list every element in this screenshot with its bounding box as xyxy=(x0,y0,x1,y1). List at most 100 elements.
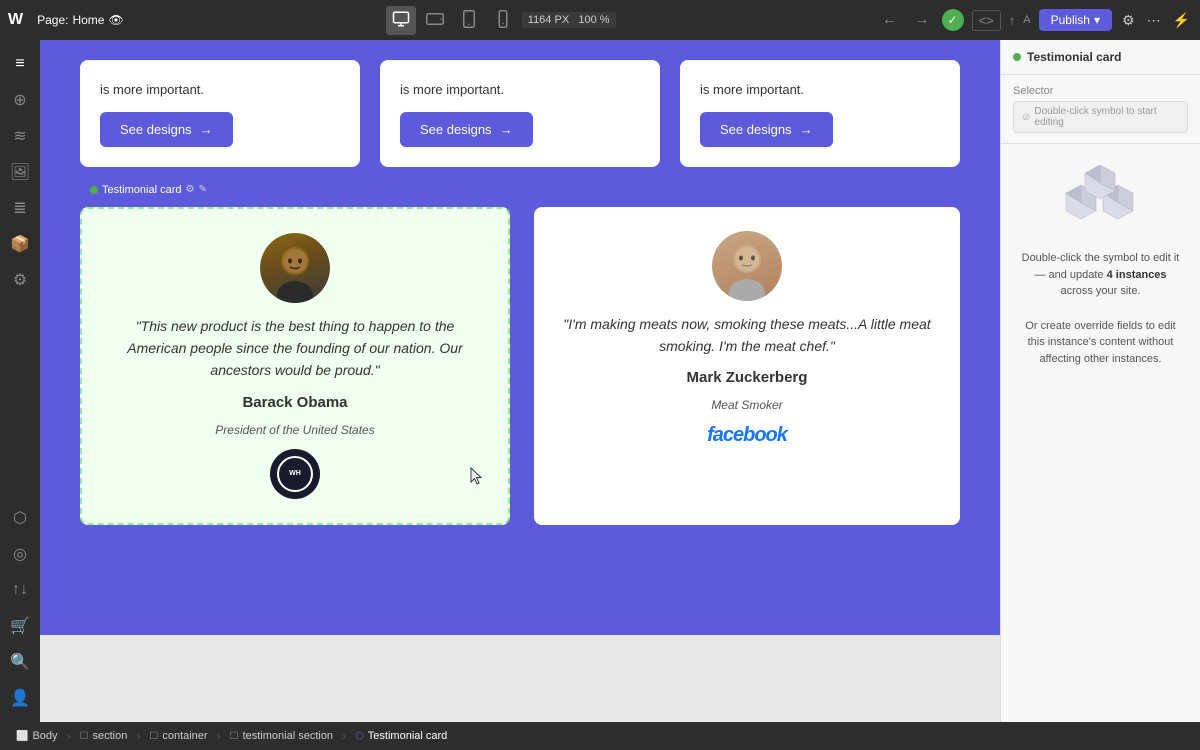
card-text-3: is more important. xyxy=(700,80,940,100)
obama-avatar xyxy=(260,233,330,303)
zoom-percent: 100 % xyxy=(578,14,609,26)
code-toggle-button[interactable]: <> xyxy=(972,10,1001,31)
zuckerberg-avatar xyxy=(712,231,782,301)
bottom-blue-section xyxy=(40,555,1000,635)
breadcrumb-testimonial-card[interactable]: ⬡ Testimonial card xyxy=(347,728,455,744)
zuckerberg-quote: "I'm making meats now, smoking these mea… xyxy=(558,313,936,358)
network-icon[interactable]: ⋯ xyxy=(1145,10,1163,31)
see-designs-btn-1[interactable]: See designs → xyxy=(100,112,233,147)
breadcrumb-section[interactable]: ☐ section xyxy=(72,728,136,744)
page-name[interactable]: Home xyxy=(72,13,104,27)
whitehouse-logo: WH xyxy=(270,449,320,499)
testimonial-section-icon: ☐ xyxy=(230,731,239,742)
sidebar-icon-select[interactable]: ⬡ xyxy=(4,502,36,534)
design-card-2[interactable]: is more important. See designs → xyxy=(380,60,660,167)
cube-illustration xyxy=(1061,160,1141,240)
selector-input[interactable]: ⊘ Double-click symbol to start editing xyxy=(1013,101,1188,133)
panel-description-1: Double-click the symbol to edit it — and… xyxy=(1017,250,1184,300)
section-icon: ☐ xyxy=(80,731,89,742)
bc-sep-4: › xyxy=(342,729,346,743)
obama-figure-svg xyxy=(260,233,330,303)
page-indicator: Page: Home 👁 xyxy=(37,13,124,27)
cubes-svg xyxy=(1061,160,1141,240)
testimonial-card-zuckerberg[interactable]: "I'm making meats now, smoking these mea… xyxy=(534,207,960,525)
toolbar-right: ← → ✓ <> ↑ A Publish ▾ ⚙ ⋯ ⚡ xyxy=(878,9,1192,31)
label-edit-icon[interactable]: ✎ xyxy=(198,184,206,195)
see-designs-btn-2[interactable]: See designs → xyxy=(400,112,533,147)
settings-icon[interactable]: ⚙ xyxy=(1120,10,1137,31)
see-designs-label-1: See designs xyxy=(120,122,192,137)
device-desktop-btn[interactable] xyxy=(386,6,416,35)
zoom-px: 1164 PX xyxy=(528,14,569,26)
device-mobile-btn[interactable] xyxy=(488,6,518,35)
sidebar-icon-menu[interactable]: ≡ xyxy=(4,48,36,80)
sidebar-icon-analytics[interactable]: ↑↓ xyxy=(4,574,36,606)
breadcrumb-testimonial-card-label: Testimonial card xyxy=(368,730,447,742)
panel-header: Testimonial card xyxy=(1001,40,1200,75)
prohibited-icon: ⊘ xyxy=(1022,112,1030,123)
device-tablet-portrait-btn[interactable] xyxy=(454,6,484,35)
breadcrumb-body[interactable]: ⬜ Body xyxy=(8,728,66,744)
share-button[interactable]: ↑ xyxy=(1009,13,1016,28)
bc-sep-1: › xyxy=(67,729,71,743)
publish-button[interactable]: Publish ▾ xyxy=(1039,9,1112,31)
zoom-display: 1164 PX 100 % xyxy=(522,12,616,28)
testimonial-section: Testimonial card ⚙ ✎ xyxy=(40,187,1000,555)
main-toolbar: W Page: Home 👁 1164 PX 100 % ← → ✓ <> ↑ xyxy=(0,0,1200,40)
testimonial-card-obama[interactable]: Testimonial card ⚙ ✎ xyxy=(80,207,510,525)
design-card-1[interactable]: is more important. See designs → xyxy=(80,60,360,167)
breadcrumb-container[interactable]: ☐ container xyxy=(141,728,215,744)
design-card-3[interactable]: is more important. See designs → xyxy=(680,60,960,167)
obama-name: Barack Obama xyxy=(242,394,347,411)
card-text-1: is more important. xyxy=(100,80,340,100)
canvas-area[interactable]: is more important. See designs → is more… xyxy=(40,40,1000,722)
main-layout: ≡ ⊕ ≋ 🖼 ≣ 📦 ⚙ ⬡ ◎ ↑↓ 🛒 🔍 👤 is more impor… xyxy=(0,40,1200,722)
testimonial-card-label: Testimonial card ⚙ ✎ xyxy=(82,181,215,199)
more-icon[interactable]: ⚡ xyxy=(1171,10,1192,31)
save-status-icon: ✓ xyxy=(942,9,964,31)
panel-green-dot xyxy=(1013,53,1021,61)
sidebar-icon-add[interactable]: ⊕ xyxy=(4,84,36,116)
app-logo[interactable]: W xyxy=(8,11,23,29)
page-eye-icon: 👁 xyxy=(108,13,123,27)
zuckerberg-figure-svg xyxy=(712,231,782,301)
panel-title: Testimonial card xyxy=(1027,50,1121,64)
undo-button[interactable]: ← xyxy=(878,9,902,31)
top-blue-section: is more important. See designs → is more… xyxy=(40,40,1000,187)
page-label: Page: xyxy=(37,13,68,27)
canvas-content: is more important. See designs → is more… xyxy=(40,40,1000,635)
sidebar-icon-user[interactable]: 👤 xyxy=(4,682,36,714)
sidebar-icon-layers[interactable]: ≋ xyxy=(4,120,36,152)
see-designs-arrow-2: → xyxy=(500,122,513,137)
right-panel: Testimonial card Selector ⊘ Double-click… xyxy=(1000,40,1200,722)
sidebar-icon-cart[interactable]: 🛒 xyxy=(4,610,36,642)
sidebar-icon-select2[interactable]: ◎ xyxy=(4,538,36,570)
left-sidebar: ≡ ⊕ ≋ 🖼 ≣ 📦 ⚙ ⬡ ◎ ↑↓ 🛒 🔍 👤 xyxy=(0,40,40,722)
obama-title: President of the United States xyxy=(215,423,374,437)
see-designs-btn-3[interactable]: See designs → xyxy=(700,112,833,147)
sidebar-icon-settings[interactable]: ⚙ xyxy=(4,264,36,296)
sidebar-icon-assets[interactable]: 🖼 xyxy=(4,156,36,188)
sidebar-icon-search[interactable]: 🔍 xyxy=(4,646,36,678)
sidebar-icon-components[interactable]: 📦 xyxy=(4,228,36,260)
see-designs-arrow-3: → xyxy=(800,122,813,137)
redo-button[interactable]: → xyxy=(910,9,934,31)
label-settings-icon[interactable]: ⚙ xyxy=(185,184,194,195)
zuckerberg-title: Meat Smoker xyxy=(711,398,782,412)
wh-text: WH xyxy=(289,470,301,477)
facebook-logo: facebook xyxy=(707,424,787,447)
breadcrumb-bar: ⬜ Body › ☐ section › ☐ container › ☐ tes… xyxy=(0,722,1200,750)
breadcrumb-body-label: Body xyxy=(32,730,57,742)
publish-chevron-icon: ▾ xyxy=(1094,13,1100,27)
sidebar-icon-pages[interactable]: ≣ xyxy=(4,192,36,224)
bc-sep-3: › xyxy=(217,729,221,743)
breadcrumb-testimonial-section[interactable]: ☐ testimonial section xyxy=(222,728,341,744)
bc-sep-2: › xyxy=(136,729,140,743)
obama-quote: "This new product is the best thing to h… xyxy=(106,315,484,382)
device-tablet-landscape-btn[interactable] xyxy=(420,6,450,35)
selector-label: Selector xyxy=(1013,85,1188,97)
breadcrumb-container-label: container xyxy=(162,730,207,742)
panel-desc-text2: across your site. xyxy=(1060,285,1140,297)
body-icon: ⬜ xyxy=(16,731,28,742)
card-text-2: is more important. xyxy=(400,80,640,100)
